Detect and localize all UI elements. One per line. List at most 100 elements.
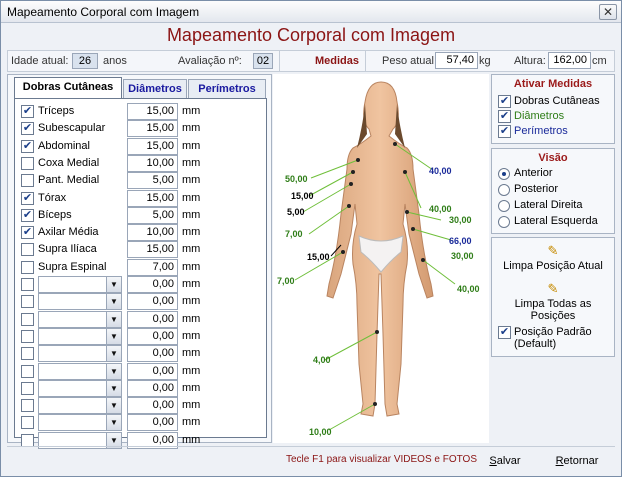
chevron-down-icon[interactable]: ▼ — [106, 346, 121, 362]
anos-label: anos — [103, 55, 127, 67]
measure-row: Pant. Medial 5,00 mm — [21, 172, 261, 190]
measure-checkbox[interactable] — [21, 329, 34, 343]
chevron-down-icon[interactable]: ▼ — [106, 363, 121, 379]
chevron-down-icon[interactable]: ▼ — [106, 277, 121, 292]
measure-select[interactable]: ▼ — [38, 345, 122, 363]
measure-unit: mm — [182, 139, 201, 152]
measure-select[interactable]: ▼ — [38, 327, 122, 345]
altura-label: Altura: — [514, 55, 546, 67]
chevron-down-icon[interactable]: ▼ — [106, 380, 121, 396]
measure-checkbox[interactable]: ✔ — [21, 208, 34, 222]
measure-input[interactable]: 0,00 — [127, 414, 178, 432]
measure-value-label: 30,00 — [449, 215, 472, 225]
measure-input[interactable]: 10,00 — [127, 154, 178, 172]
checkbox-icon: ✔ — [498, 95, 511, 108]
measure-input[interactable]: 5,00 — [127, 206, 178, 224]
measure-checkbox[interactable]: ✔ — [21, 139, 34, 153]
measures-panel: Dobras Cutâneas Diâmetros Perímetros ✔ Tr… — [7, 74, 272, 449]
measure-checkbox[interactable] — [21, 156, 34, 170]
measure-input[interactable]: 0,00 — [127, 397, 178, 415]
measure-checkbox[interactable] — [21, 260, 34, 274]
measure-input[interactable]: 15,00 — [127, 189, 178, 207]
measures-list: ✔ Tríceps 15,00 mm ✔ Subescapular 15,00 mm ✔ Abdo… — [14, 98, 267, 449]
custom-measure-row: ▼ 0,00 mm — [21, 327, 261, 345]
chevron-down-icon[interactable]: ▼ — [106, 294, 121, 310]
footer: Tecle F1 para visualizar VIDEOS e FOTOS … — [7, 446, 615, 474]
chevron-down-icon[interactable]: ▼ — [106, 398, 121, 414]
measure-select[interactable]: ▼ — [38, 362, 122, 380]
chevron-down-icon[interactable]: ▼ — [106, 328, 121, 344]
measure-checkbox[interactable]: ✔ — [21, 122, 34, 136]
info-bar: Idade atual: 26 anos Avaliação nº: 02 Me… — [7, 50, 615, 72]
measure-row: ✔ Subescapular 15,00 mm — [21, 120, 261, 138]
measure-unit: mm — [182, 364, 201, 377]
measure-checkbox[interactable] — [21, 347, 34, 361]
close-icon[interactable]: ✕ — [599, 4, 617, 20]
measure-checkbox[interactable] — [21, 278, 34, 291]
retornar-button[interactable]: Retornar — [547, 450, 607, 472]
salvar-button[interactable]: Salvar — [475, 450, 535, 472]
altura-input[interactable]: 162,00 — [548, 52, 591, 69]
tab-diametros[interactable]: Diâmetros — [123, 79, 187, 99]
measure-input[interactable]: 0,00 — [127, 276, 178, 293]
measure-input[interactable]: 0,00 — [127, 293, 178, 311]
measure-select[interactable]: ▼ — [38, 293, 122, 311]
tab-perimetros[interactable]: Perímetros — [188, 79, 266, 99]
radio-icon — [498, 200, 510, 212]
ativar-title: Ativar Medidas — [513, 78, 593, 90]
measure-checkbox[interactable] — [21, 399, 34, 413]
limpa-todas-button[interactable]: ✎ Limpa Todas as Posições — [492, 281, 614, 323]
measure-name: Supra Ilíaca — [38, 243, 97, 256]
measure-row: ✔ Tríceps 15,00 mm — [21, 103, 261, 120]
measure-checkbox[interactable] — [21, 433, 34, 447]
measure-unit: mm — [182, 295, 201, 308]
measure-input[interactable]: 0,00 — [127, 310, 178, 328]
measure-input[interactable]: 7,00 — [127, 258, 178, 276]
measure-input[interactable]: 0,00 — [127, 362, 178, 380]
chevron-down-icon[interactable]: ▼ — [106, 311, 121, 327]
measure-checkbox[interactable] — [21, 381, 34, 395]
measure-checkbox[interactable] — [21, 312, 34, 326]
measure-checkbox[interactable] — [21, 243, 34, 257]
visao-group: Visão Anterior Posterior Lateral Direita La… — [491, 148, 615, 234]
measure-input[interactable]: 15,00 — [127, 137, 178, 155]
measure-checkbox[interactable]: ✔ — [21, 191, 34, 205]
measure-value-label: 7,00 — [277, 276, 295, 286]
measure-unit: mm — [182, 416, 201, 429]
measure-checkbox[interactable] — [21, 364, 34, 378]
measure-row: ✔ Abdominal 15,00 mm — [21, 137, 261, 155]
tab-dobras-cutaneas[interactable]: Dobras Cutâneas — [14, 77, 122, 100]
visao-option-label: Lateral Esquerda — [514, 215, 598, 227]
measure-select[interactable]: ▼ — [38, 379, 122, 397]
measure-input[interactable]: 15,00 — [127, 241, 178, 259]
measure-input[interactable]: 0,00 — [127, 345, 178, 363]
measure-input[interactable]: 10,00 — [127, 224, 178, 242]
measure-input[interactable]: 5,00 — [127, 172, 178, 190]
custom-measure-row: ▼ 0,00 mm — [21, 310, 261, 328]
eraser-icon: ✎ — [547, 243, 559, 258]
custom-measure-row: ▼ 0,00 mm — [21, 293, 261, 311]
radio-icon — [498, 184, 510, 196]
measure-input[interactable]: 15,00 — [127, 120, 178, 138]
limpa-posicao-atual-button[interactable]: ✎ Limpa Posição Atual — [492, 243, 614, 273]
measure-input[interactable]: 0,00 — [127, 327, 178, 345]
measure-select[interactable]: ▼ — [38, 414, 122, 432]
measure-checkbox[interactable] — [21, 295, 34, 309]
custom-measure-row: ▼ 0,00 mm — [21, 276, 261, 293]
peso-label: Peso atual: — [382, 55, 438, 67]
measure-checkbox[interactable]: ✔ — [21, 226, 34, 240]
measure-checkbox[interactable]: ✔ — [21, 105, 34, 118]
measure-checkbox[interactable] — [21, 174, 34, 188]
measure-value-label: 15,00 — [307, 252, 330, 262]
measure-input[interactable]: 15,00 — [127, 103, 178, 120]
measure-input[interactable]: 0,00 — [127, 379, 178, 397]
eraser-icon: ✎ — [547, 281, 559, 296]
measure-checkbox[interactable] — [21, 416, 34, 430]
measure-select[interactable]: ▼ — [38, 276, 122, 293]
body-silhouette — [326, 81, 434, 417]
peso-input[interactable]: 57,40 — [435, 52, 478, 69]
measure-select[interactable]: ▼ — [38, 397, 122, 415]
measure-unit: mm — [182, 226, 201, 239]
measure-select[interactable]: ▼ — [38, 310, 122, 328]
chevron-down-icon[interactable]: ▼ — [106, 415, 121, 431]
